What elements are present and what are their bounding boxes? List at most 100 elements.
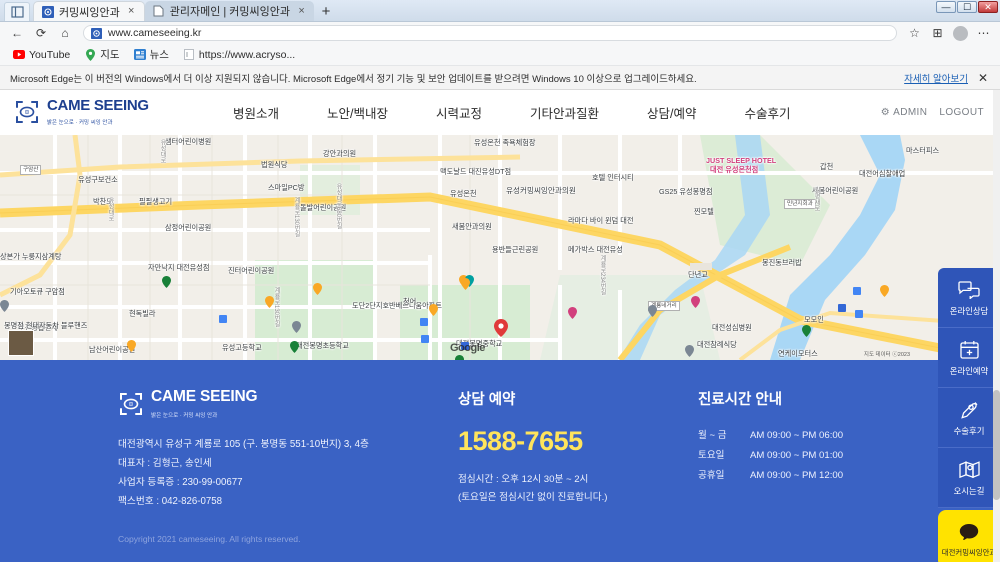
map-transit-icon[interactable]: [420, 318, 428, 326]
page-scrollbar[interactable]: [993, 90, 1000, 562]
google-map[interactable]: 유성구보건소 구암산 박찬모 필필생고기 샘터어린이병원 법원식당 강안과의원 …: [0, 135, 1000, 360]
site-favicon: [42, 5, 54, 18]
map-pin[interactable]: [290, 341, 299, 353]
map-pin[interactable]: [880, 285, 889, 297]
tab-close-icon[interactable]: ×: [295, 5, 308, 18]
map-pin[interactable]: [0, 300, 9, 312]
scrollbar-thumb[interactable]: [993, 390, 1000, 500]
quick-online-reservation[interactable]: 온라인예약: [938, 328, 1000, 388]
quick-online-consult[interactable]: 온라인상담: [938, 268, 1000, 328]
quick-label: 오시는길: [953, 485, 985, 496]
map-label: 샘터어린이병원: [165, 137, 212, 146]
nav-item-other-eye-diseases[interactable]: 기타안과질환: [506, 103, 623, 122]
map-label: 모모인: [804, 315, 824, 324]
map-label: 단년교: [688, 270, 708, 279]
address-bar[interactable]: www.cameseeing.kr: [83, 25, 897, 41]
close-button[interactable]: ✕: [978, 1, 998, 13]
consult-phone-number[interactable]: 1588-7655: [458, 426, 698, 457]
new-tab-button[interactable]: +: [316, 1, 336, 21]
nav-item-presbyopia-cataract[interactable]: 노안/백내장: [303, 103, 412, 122]
settings-more-icon[interactable]: ⋯: [973, 23, 994, 43]
back-icon[interactable]: ←: [6, 23, 28, 43]
bookmark-youtube[interactable]: YouTube: [8, 48, 75, 62]
quick-surgery-reviews[interactable]: 수술후기: [938, 388, 1000, 448]
quick-label: 대전커밍씨잉안과: [941, 547, 997, 557]
map-transit-icon[interactable]: [421, 335, 429, 343]
admin-link[interactable]: ⚙ ADMIN: [881, 107, 928, 118]
map-label: 대전성심병원: [712, 323, 752, 332]
nav-item-vision-correction[interactable]: 시력교정: [412, 103, 506, 122]
bookmarks-bar: YouTube 지도 뉴스 https://www.acryso...: [0, 44, 1000, 66]
map-label: 유성고등학교: [222, 343, 262, 352]
hours-time: AM 09:00 ~ PM 12:00: [750, 470, 844, 482]
map-label: 용반들근린공원: [492, 245, 539, 254]
main-location-pin[interactable]: [494, 319, 508, 337]
tab-1[interactable]: 관리자메인 | 커밍씨잉안과 ×: [144, 1, 315, 21]
map-label: 진터어린이공원: [228, 266, 275, 275]
map-pin[interactable]: [313, 283, 322, 295]
maximize-button[interactable]: ☐: [957, 1, 977, 13]
footer-hours-block: 진료시간 안내 월 ~ 금 AM 09:00 ~ PM 06:00 토요일 AM…: [698, 388, 938, 544]
map-label: 대전봉명초등학교: [296, 341, 349, 350]
map-road-label: 월평새로: [813, 187, 819, 211]
profile-avatar[interactable]: [950, 23, 971, 43]
hours-row: 공휴일 AM 09:00 ~ PM 12:00: [698, 466, 938, 486]
footer-logo-subtitle: 밝은 눈으로 · 커밍 씨잉 안과: [151, 413, 218, 419]
site-logo[interactable]: CAME SEEING 밝은 눈으로 · 커밍 씨잉 안과: [14, 98, 209, 126]
bookmark-map[interactable]: 지도: [79, 46, 124, 63]
site-footer: CAME SEEING 밝은 눈으로 · 커밍 씨잉 안과 대전광역시 유성구 …: [0, 360, 1000, 562]
quick-kakaotalk[interactable]: 대전커밍씨잉안과: [938, 510, 1000, 562]
map-street-view-thumbnail[interactable]: [8, 330, 34, 356]
map-pin[interactable]: [685, 345, 694, 357]
map-label: 법원식당: [261, 160, 288, 169]
map-transit-icon[interactable]: [853, 287, 861, 295]
nav-item-surgery-reviews[interactable]: 수술후기: [721, 103, 815, 122]
tab-title: 관리자메인 | 커밍씨잉안과: [169, 6, 291, 18]
map-pin[interactable]: [162, 276, 171, 288]
tab-close-icon[interactable]: ×: [125, 5, 138, 18]
bookmark-link[interactable]: https://www.acryso...: [178, 48, 300, 62]
favorites-icon[interactable]: ☆: [904, 23, 925, 43]
footer-copyright: Copyright 2021 cameseeing. All rights re…: [118, 533, 301, 544]
logo-subtitle: 밝은 눈으로 · 커밍 씨잉 안과: [47, 120, 113, 127]
hours-time: AM 09:00 ~ PM 01:00: [750, 450, 844, 462]
map-label: 유성온천: [450, 189, 477, 198]
map-pin[interactable]: [802, 325, 811, 337]
map-label: 라마다 바이 윈덤 대전: [568, 216, 634, 225]
notification-message: Microsoft Edge는 이 버전의 Windows에서 더 이상 지원되…: [10, 73, 697, 85]
map-label-pink: 대전 유성온천점: [710, 165, 759, 174]
browser-window: 커밍씨잉안과 × 관리자메인 | 커밍씨잉안과 × + — ☐ ✕ ← ⟳ ⌂: [0, 0, 1000, 562]
minimize-button[interactable]: —: [936, 1, 956, 13]
tab-0[interactable]: 커밍씨잉안과 ×: [33, 1, 145, 21]
tab-strip: 커밍씨잉안과 × 관리자메인 | 커밍씨잉안과 × +: [0, 0, 1000, 21]
footer-ceo-line: 대표자 : 김형근, 송인세: [118, 457, 212, 469]
map-label: 자만낙지 대전유성점: [148, 263, 210, 272]
map-pin[interactable]: [265, 296, 274, 308]
map-pin[interactable]: [648, 305, 657, 317]
tab-list-icon[interactable]: [4, 2, 30, 21]
address-favicon: [91, 27, 102, 39]
map-label-boxed: 구암산: [20, 165, 42, 176]
map-pin[interactable]: [461, 278, 470, 290]
map-subway-icon[interactable]: [838, 304, 846, 312]
notification-close-icon[interactable]: ✕: [976, 71, 990, 85]
map-transit-icon[interactable]: [855, 310, 863, 318]
hours-row: 월 ~ 금 AM 09:00 ~ PM 06:00: [698, 426, 938, 446]
learn-more-link[interactable]: 자세히 알아보기: [904, 71, 968, 85]
home-icon[interactable]: ⌂: [54, 23, 76, 43]
map-pin[interactable]: [429, 304, 438, 316]
quick-directions[interactable]: 오시는길: [938, 448, 1000, 508]
map-pin[interactable]: [691, 296, 700, 308]
map-label: 유성온천 족욕체험장: [474, 138, 536, 147]
bookmark-news[interactable]: 뉴스: [129, 46, 174, 63]
collections-icon[interactable]: ⊞: [927, 23, 948, 43]
footer-business-number: 사업자 등록증 : 230-99-00677: [118, 476, 243, 488]
map-pin[interactable]: [292, 321, 301, 333]
refresh-icon[interactable]: ⟳: [30, 23, 52, 43]
nav-item-consult-reserve[interactable]: 상담/예약: [623, 103, 720, 122]
map-pin[interactable]: [568, 307, 577, 319]
logout-link[interactable]: LOGOUT: [939, 107, 984, 118]
map-pin[interactable]: [127, 340, 136, 352]
map-transit-icon[interactable]: [219, 315, 227, 323]
nav-item-hospital-intro[interactable]: 병원소개: [209, 103, 303, 122]
